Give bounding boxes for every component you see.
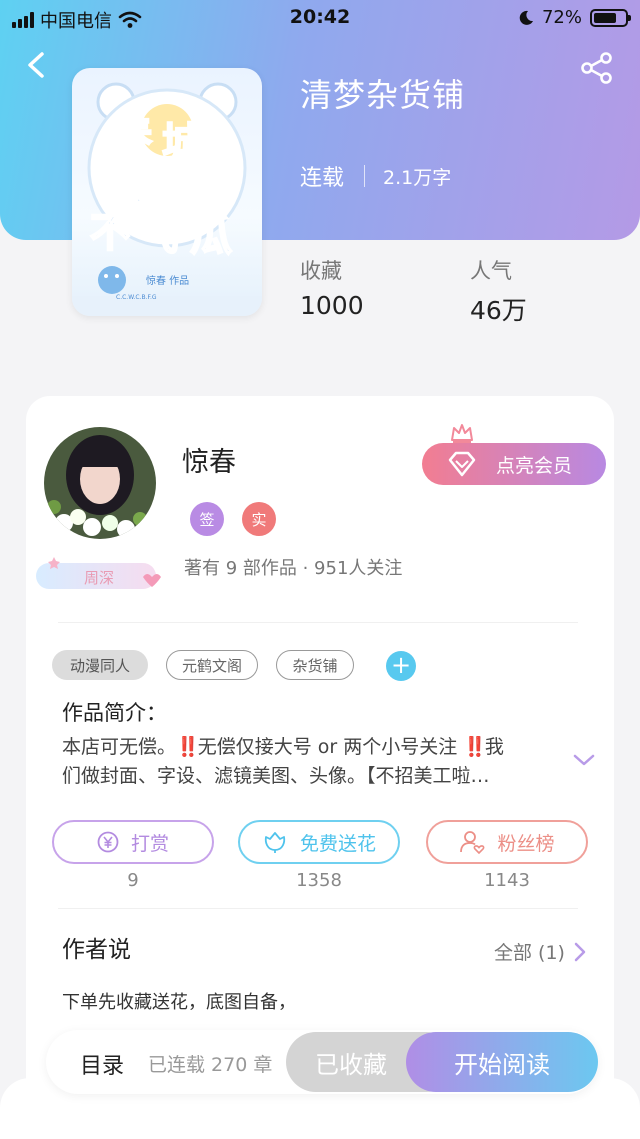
stat-label: 人气: [470, 259, 512, 283]
author-stats: 著有 9 部作品 · 951人关注: [184, 558, 403, 579]
intro-title: 作品简介：: [62, 701, 167, 725]
double-exclamation-icon: ‼️: [176, 736, 200, 758]
battery-icon: [590, 8, 631, 27]
book-status: 连载: [300, 166, 345, 191]
svg-text:惊春 作品: 惊春 作品: [146, 274, 189, 287]
intro-text[interactable]: 本店可无偿。‼️无偿仅接大号 or 两个小号关注 ‼️我 们做封面、字设、滤镜美…: [62, 733, 554, 791]
yuan-coin-icon: [97, 831, 119, 853]
signed-badge: 签: [190, 502, 224, 536]
stat-value: 1000: [300, 291, 364, 320]
svg-text:春: 春: [112, 114, 152, 160]
double-exclamation-icon: ‼️: [463, 736, 487, 758]
author-say-text: 下单先收藏送花，底图自备，: [62, 992, 296, 1013]
fan-tag-label: 周深: [84, 569, 115, 587]
send-flower-button[interactable]: 免费送花: [238, 820, 400, 864]
book-title: 清梦杂货铺: [300, 76, 466, 114]
verified-badge: 实: [242, 502, 276, 536]
intro-segment: 我: [484, 736, 504, 758]
chapter-count[interactable]: 已连载 270 章: [148, 1050, 272, 1077]
share-icon[interactable]: [580, 52, 614, 84]
fans-rank-button[interactable]: 粉丝榜: [426, 820, 588, 864]
battery-percent: 72%: [541, 7, 582, 28]
avatar[interactable]: [44, 427, 156, 539]
stat-favorites: 收藏 1000: [300, 255, 364, 320]
cover-artwork: 春 城 无 处 不 飞 瓜 惊春 作品 C.C.W.C.B.F.G: [72, 82, 262, 316]
fan-tag: 周深: [36, 555, 162, 591]
back-icon[interactable]: [22, 50, 52, 80]
reward-button[interactable]: 打赏: [52, 820, 214, 864]
stat-value: 46万: [470, 296, 527, 325]
crown-icon: [451, 424, 473, 443]
meta-divider: [364, 165, 366, 187]
reward-count: 9: [127, 870, 139, 891]
book-cover[interactable]: 春 城 无 处 不 飞 瓜 惊春 作品 C.C.W.C.B.F.G: [72, 68, 262, 316]
start-reading-button[interactable]: 开始阅读: [406, 1032, 598, 1092]
status-bar: 中国电信 20:42 72%: [0, 0, 640, 36]
start-reading-label: 开始阅读: [454, 1050, 550, 1079]
svg-text:瓜: 瓜: [190, 211, 232, 260]
moon-icon: [519, 10, 533, 25]
flower-label: 免费送花: [299, 832, 376, 855]
intro-segment: 本店可无偿。: [62, 736, 177, 758]
genre-chip[interactable]: 动漫同人: [52, 650, 148, 680]
diamond-icon: [448, 451, 476, 477]
flower-count: 1358: [296, 870, 342, 891]
divider: [58, 908, 578, 909]
reward-label: 打赏: [130, 832, 169, 855]
flower-icon: [264, 832, 286, 853]
stat-label: 收藏: [300, 259, 342, 283]
svg-text:城: 城: [162, 120, 202, 166]
intro-line: 们做封面、字设、滤镜美图、头像。【不招美工啦…: [62, 765, 490, 787]
plus-icon: +: [390, 651, 412, 679]
svg-text:飞: 飞: [138, 214, 178, 260]
author-say-all-link[interactable]: 全部 (1): [494, 938, 565, 965]
add-tag-button[interactable]: +: [386, 651, 416, 681]
svg-text:不: 不: [90, 210, 130, 256]
author-say-title: 作者说: [62, 937, 131, 963]
vip-button-label: 点亮会员: [496, 454, 573, 477]
fans-icon: [460, 831, 485, 854]
svg-text:无: 无: [116, 164, 156, 210]
svg-text:C.C.W.C.B.F.G: C.C.W.C.B.F.G: [116, 294, 157, 301]
intro-line: 本店可无偿。‼️无偿仅接大号 or 两个小号关注 ‼️我: [62, 733, 554, 762]
chevron-right-icon[interactable]: [572, 940, 588, 964]
toc-button[interactable]: 目录: [80, 1048, 124, 1080]
chevron-down-icon[interactable]: [572, 750, 596, 770]
intro-segment: 无偿仅接大号 or 两个小号关注: [197, 736, 464, 758]
stat-popularity: 人气 46万: [470, 255, 527, 327]
collected-label: 已收藏: [315, 1050, 387, 1079]
tag-chip[interactable]: 元鹤文阁: [166, 650, 258, 680]
divider: [58, 622, 578, 623]
author-name[interactable]: 惊春: [182, 440, 236, 479]
fans-label: 粉丝榜: [497, 832, 555, 855]
tag-chip[interactable]: 杂货铺: [276, 650, 354, 680]
word-count: 2.1万字: [383, 166, 452, 189]
book-meta: 连载 2.1万字: [300, 160, 451, 192]
fans-count: 1143: [484, 870, 530, 891]
svg-text:处: 处: [163, 169, 198, 209]
